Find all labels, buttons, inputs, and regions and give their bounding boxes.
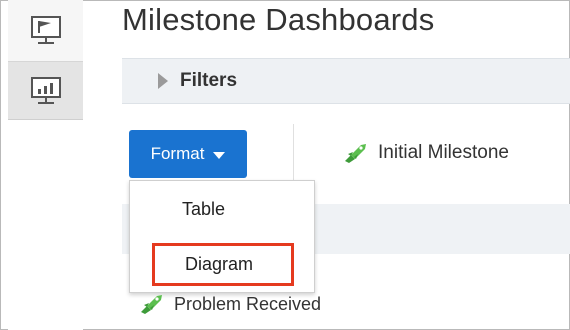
- milestone-header: Initial Milestone: [342, 142, 509, 164]
- rail-tab-dashboards[interactable]: [8, 0, 83, 62]
- toolbar-divider: [293, 124, 294, 184]
- presentation-flag-icon: [30, 15, 61, 44]
- chevron-right-icon: [158, 73, 168, 89]
- filters-label: Filters: [180, 70, 238, 91]
- rocket-icon: [141, 295, 162, 314]
- milestone-row-problem-received[interactable]: Problem Received: [138, 293, 321, 315]
- format-button[interactable]: Format: [129, 130, 247, 178]
- left-rail: [8, 0, 83, 330]
- caret-down-icon: [213, 151, 226, 159]
- menu-item-table[interactable]: Table: [182, 199, 225, 220]
- problem-received-label: Problem Received: [174, 293, 322, 314]
- menu-item-diagram-label: Diagram: [185, 254, 254, 274]
- format-dropdown-menu: Table Diagram: [129, 180, 315, 293]
- rocket-icon: [345, 144, 366, 163]
- bar-chart-monitor-icon: [30, 76, 61, 104]
- rail-tab-analytics[interactable]: [8, 62, 83, 120]
- rail-empty-area: [8, 120, 83, 330]
- menu-item-diagram[interactable]: Diagram: [152, 243, 294, 286]
- page-title: Milestone Dashboards: [122, 2, 435, 37]
- filters-toggle[interactable]: Filters: [122, 58, 570, 104]
- format-button-label: Format: [150, 144, 205, 163]
- initial-milestone-label: Initial Milestone: [378, 142, 509, 163]
